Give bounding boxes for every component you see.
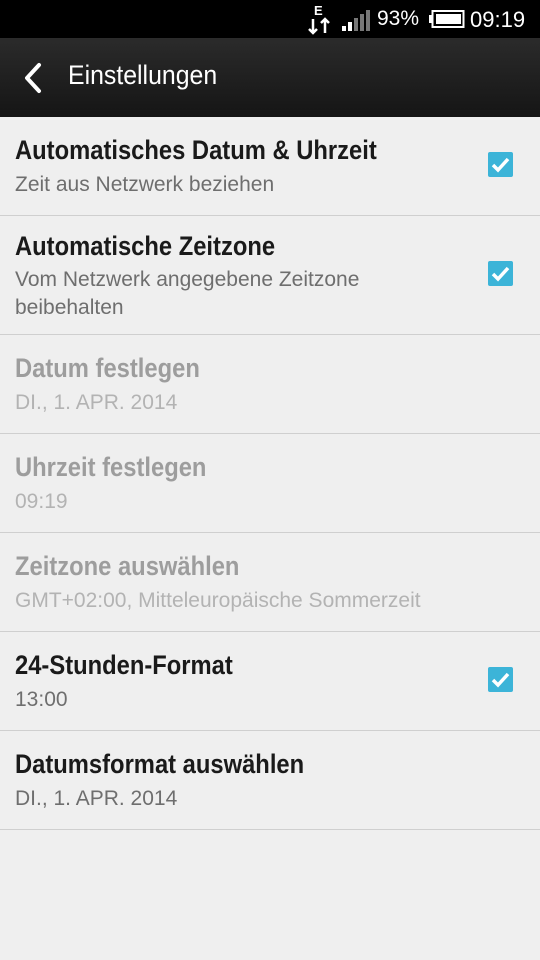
setting-title: Datum festlegen: [15, 353, 200, 383]
battery-icon: [429, 10, 465, 28]
setting-auto-date-time[interactable]: Automatisches Datum & Uhrzeit Zeit aus N…: [0, 117, 540, 216]
setting-title: Datumsformat auswählen: [15, 749, 305, 779]
action-bar: Einstellungen: [0, 38, 540, 117]
setting-title: 24-Stunden-Format: [15, 650, 233, 680]
signal-bars-icon: [342, 10, 370, 31]
check-icon: [491, 672, 510, 688]
setting-title: Automatisches Datum & Uhrzeit: [15, 135, 377, 165]
setting-auto-timezone[interactable]: Automatische Zeitzone Vom Netzwerk angeg…: [0, 216, 540, 335]
check-icon: [491, 157, 510, 173]
check-icon: [491, 266, 510, 282]
setting-select-timezone: Zeitzone auswählen GMT+02:00, Mitteleuro…: [0, 533, 540, 632]
setting-title: Automatische Zeitzone: [15, 231, 276, 261]
checkbox-checked[interactable]: [488, 152, 513, 177]
setting-set-date: Datum festlegen DI., 1. APR. 2014: [0, 335, 540, 434]
setting-summary: Zeit aus Netzwerk beziehen: [15, 173, 275, 196]
setting-summary: DI., 1. APR. 2014: [15, 391, 178, 414]
setting-summary: 09:19: [15, 490, 68, 513]
page-title: Einstellungen: [68, 60, 218, 90]
setting-summary: 13:00: [15, 688, 68, 711]
battery-percent: 93%: [377, 7, 420, 30]
checkbox-checked[interactable]: [488, 261, 513, 286]
settings-list: Automatisches Datum & Uhrzeit Zeit aus N…: [0, 117, 540, 830]
setting-date-format[interactable]: Datumsformat auswählen DI., 1. APR. 2014: [0, 731, 540, 830]
setting-summary: Vom Netzwerk angegebene Zeitzone beibeha…: [15, 268, 360, 319]
network-data-icon: E: [308, 3, 330, 35]
checkbox-checked[interactable]: [488, 667, 513, 692]
setting-24-hour-format[interactable]: 24-Stunden-Format 13:00: [0, 632, 540, 731]
chevron-left-icon[interactable]: [20, 62, 46, 94]
setting-title: Uhrzeit festlegen: [15, 452, 207, 482]
setting-summary: GMT+02:00, Mitteleuropäische Sommerzeit: [15, 589, 421, 612]
network-letter: E: [314, 3, 323, 18]
setting-title: Zeitzone auswählen: [15, 551, 240, 581]
status-clock: 09:19: [470, 7, 526, 32]
setting-set-time: Uhrzeit festlegen 09:19: [0, 434, 540, 533]
status-bar: E 93% 09:19: [0, 0, 540, 38]
setting-summary: DI., 1. APR. 2014: [15, 787, 178, 810]
